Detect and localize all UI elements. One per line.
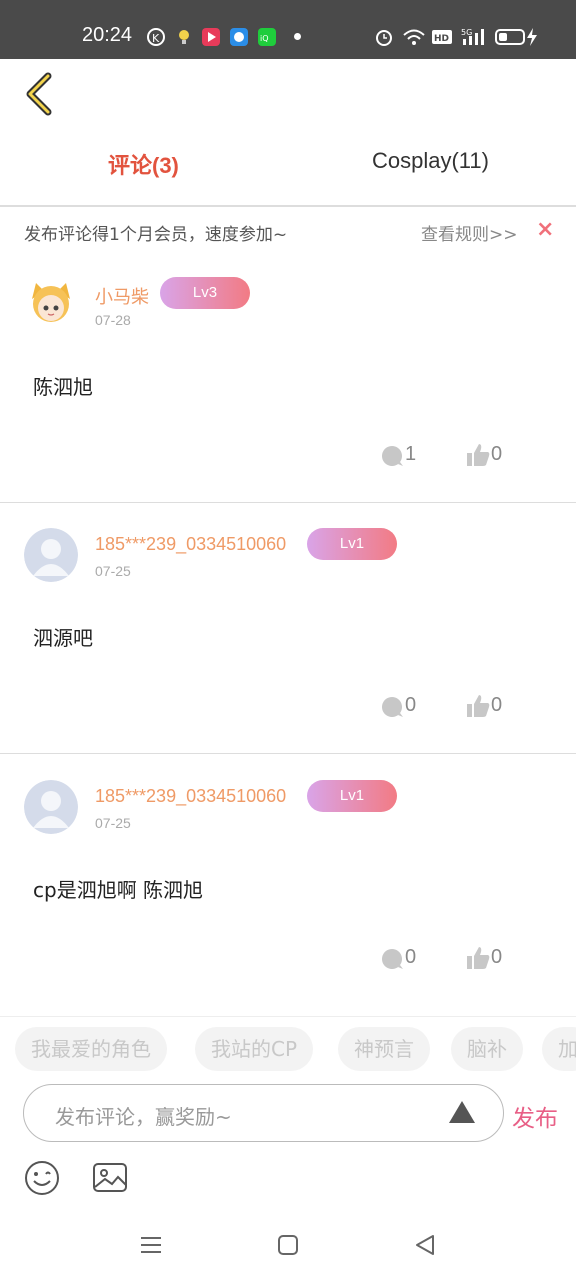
comment-input-placeholder: 发布评论，赢奖励~	[55, 1105, 232, 1129]
like-count: 0	[491, 694, 503, 716]
reply-icon[interactable]	[380, 695, 404, 719]
like-count: 0	[491, 946, 503, 968]
status-time: 20:24	[82, 24, 133, 46]
tab-bar: 评论(3) Cosplay(11)	[0, 130, 576, 196]
notice-text: 发布评论得1个月会员，速度参加~	[24, 225, 288, 245]
battery-icon	[495, 28, 537, 46]
comment-text: cp是泗旭啊 陈泗旭	[33, 878, 204, 902]
back-button[interactable]	[22, 72, 56, 116]
svg-text:K: K	[152, 32, 160, 45]
quick-tag[interactable]: 我最爱的角色	[15, 1027, 167, 1071]
comment-date: 07-25	[95, 563, 131, 579]
reply-count: 1	[405, 443, 417, 465]
bulb-icon	[179, 30, 189, 44]
quick-tags-bar: 我最爱的角色 我站的CP 神预言 脑补 加	[0, 1016, 576, 1078]
avatar[interactable]	[24, 780, 78, 834]
reply-icon[interactable]	[380, 947, 404, 971]
quick-tag[interactable]: 脑补	[451, 1027, 523, 1071]
comment-input[interactable]: 发布评论，赢奖励~	[23, 1084, 504, 1142]
level-badge: Lv1	[307, 780, 397, 812]
comment-text: 陈泗旭	[33, 375, 93, 399]
username[interactable]: 185***239_0334510060	[95, 534, 286, 555]
avatar[interactable]	[24, 528, 78, 582]
tab-comments[interactable]: 评论(3)	[108, 148, 179, 180]
comment-item: 185***239_0334510060 Lv1 07-25 cp是泗旭啊 陈泗…	[0, 756, 576, 1006]
iqiyi-app-icon: iQ	[258, 28, 276, 46]
reply-count: 0	[405, 694, 417, 716]
tab-cosplay[interactable]: Cosplay(11)	[372, 148, 489, 174]
system-nav-bar	[0, 1213, 576, 1280]
comment-divider	[0, 502, 576, 503]
svg-text:iQ: iQ	[260, 34, 269, 43]
username[interactable]: 小马柴	[95, 283, 149, 309]
hd-icon: HD	[432, 30, 452, 44]
comment-date: 07-25	[95, 815, 131, 831]
quick-tag[interactable]: 我站的CP	[195, 1027, 314, 1071]
signal-5g-icon: 5G	[461, 28, 484, 45]
reply-icon[interactable]	[380, 444, 404, 468]
username[interactable]: 185***239_0334510060	[95, 786, 286, 807]
status-bar: 20:24 K iQ HD 5G	[0, 0, 576, 59]
avatar[interactable]	[24, 277, 78, 331]
level-badge: Lv3	[160, 277, 250, 309]
k-app-icon: K	[147, 28, 165, 46]
quick-tag[interactable]: 加	[542, 1027, 576, 1071]
reply-count: 0	[405, 946, 417, 968]
like-icon[interactable]	[466, 442, 490, 468]
home-nav-icon[interactable]	[277, 1233, 299, 1257]
image-icon[interactable]	[92, 1160, 128, 1196]
close-notice-button[interactable]: ×	[536, 217, 554, 242]
view-rules-link[interactable]: 查看规则>>	[421, 220, 518, 245]
expand-up-icon[interactable]	[448, 1100, 476, 1124]
menu-nav-icon[interactable]	[140, 1233, 162, 1257]
quick-tag[interactable]: 神预言	[338, 1027, 430, 1071]
emoji-icon[interactable]	[24, 1160, 60, 1196]
video-app-icon	[202, 28, 220, 46]
comment-divider	[0, 753, 576, 754]
level-badge: Lv1	[307, 528, 397, 560]
notification-dot-icon	[294, 33, 301, 40]
publish-button[interactable]: 发布	[512, 1099, 558, 1133]
comment-date: 07-28	[95, 312, 131, 328]
wifi-icon	[403, 29, 425, 45]
like-icon[interactable]	[466, 945, 490, 971]
back-nav-icon[interactable]	[414, 1233, 436, 1257]
like-count: 0	[491, 443, 503, 465]
svg-text:5G: 5G	[461, 28, 472, 37]
comment-text: 泗源吧	[33, 626, 93, 650]
like-icon[interactable]	[466, 693, 490, 719]
comment-item: 小马柴 Lv3 07-28 陈泗旭 1 0	[0, 253, 576, 503]
comment-item: 185***239_0334510060 Lv1 07-25 泗源吧 0 0	[0, 504, 576, 754]
notice-banner: 发布评论得1个月会员，速度参加~ 查看规则>> ×	[0, 208, 576, 252]
svg-text:HD: HD	[434, 34, 449, 44]
browser-app-icon	[230, 28, 248, 46]
alarm-icon	[376, 30, 392, 46]
tabs-divider	[0, 205, 576, 207]
